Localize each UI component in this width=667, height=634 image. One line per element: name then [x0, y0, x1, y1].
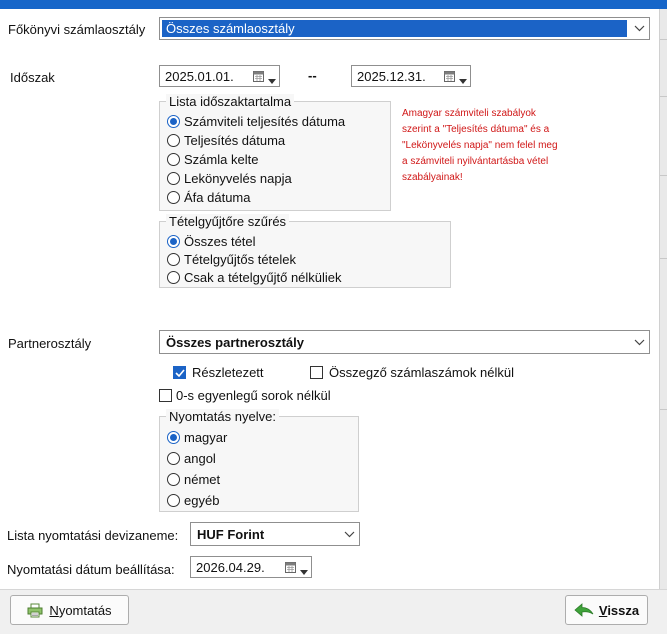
radio-label: Számviteli teljesítés dátuma — [184, 114, 346, 129]
radio-collector-0[interactable]: Összes tétel — [167, 234, 256, 249]
radio-list-content-2[interactable]: Számla kelte — [167, 152, 258, 167]
collector-filter-legend: Tételgyűjtőre szűrés — [166, 214, 290, 229]
window-title-bar — [0, 0, 667, 9]
accounting-rule-warning: Amagyar számviteli szabályok szerint a "… — [402, 106, 558, 186]
print-date-label: Nyomtatási dátum beállítása: — [7, 562, 175, 577]
radio-indicator[interactable] — [167, 153, 180, 166]
period-to-value: 2025.12.31. — [357, 69, 426, 84]
account-class-value: Összes számlaosztály — [162, 20, 627, 37]
no-summary-accounts-checkbox[interactable]: Összegző számlaszámok nélkül — [310, 365, 514, 380]
chevron-down-icon[interactable] — [339, 523, 359, 545]
detailed-checkbox[interactable]: Részletezett — [173, 365, 264, 380]
radio-indicator[interactable] — [167, 494, 180, 507]
radio-language-1[interactable]: angol — [167, 451, 216, 466]
print-date-value: 2026.04.29. — [196, 560, 265, 575]
radio-indicator[interactable] — [167, 253, 180, 266]
radio-label: Tételgyűjtős tételek — [184, 252, 297, 267]
period-to-date[interactable]: 2025.12.31. — [351, 65, 471, 87]
radio-label: Lekönyvelés napja — [184, 171, 292, 186]
radio-label: magyar — [184, 430, 228, 445]
radio-label: Számla kelte — [184, 152, 259, 167]
account-class-label: Főkönyvi számlaosztály — [8, 22, 146, 37]
radio-list-content-1[interactable]: Teljesítés dátuma — [167, 133, 285, 148]
chevron-down-icon[interactable] — [459, 72, 467, 87]
warning-line: Amagyar számviteli szabályok — [402, 108, 536, 119]
warning-line: szerint a "Teljesítés dátuma" és a — [402, 124, 550, 135]
chevron-down-icon[interactable] — [268, 72, 276, 87]
checkbox-indicator[interactable] — [159, 389, 172, 402]
radio-label: német — [184, 472, 221, 487]
period-separator: -- — [308, 68, 317, 83]
radio-indicator[interactable] — [167, 271, 180, 284]
calendar-icon[interactable] — [444, 70, 455, 85]
print-language-legend: Nyomtatás nyelve: — [166, 409, 279, 424]
currency-select[interactable]: HUF Forint — [190, 522, 360, 546]
radio-label: egyéb — [184, 493, 220, 508]
no-zero-balance-checkbox[interactable]: 0-s egyenlegű sorok nélkül — [159, 388, 331, 403]
partner-class-value: Összes partnerosztály — [166, 335, 305, 350]
chevron-down-icon[interactable] — [629, 331, 649, 353]
calendar-icon[interactable] — [253, 70, 264, 85]
checkbox-label: Összegző számlaszámok nélkül — [329, 365, 514, 380]
checkbox-label: Részletezett — [192, 365, 264, 380]
calendar-icon[interactable] — [285, 561, 296, 576]
checkbox-checked-indicator[interactable] — [173, 366, 186, 379]
back-arrow-icon — [574, 603, 594, 617]
radio-selected-indicator[interactable] — [167, 115, 180, 128]
radio-selected-indicator[interactable] — [167, 235, 180, 248]
warning-line: "Lekönyvelés napja" nem felel meg — [402, 140, 558, 151]
radio-collector-2[interactable]: Csak a tételgyűjtő nélküliek — [167, 270, 342, 285]
radio-indicator[interactable] — [167, 191, 180, 204]
print-button[interactable]: Nyomtatás — [10, 595, 129, 625]
warning-line: szabályainak! — [402, 172, 463, 183]
period-from-date[interactable]: 2025.01.01. — [159, 65, 280, 87]
checkbox-label: 0-s egyenlegű sorok nélkül — [176, 388, 331, 403]
chevron-down-icon[interactable] — [629, 18, 649, 39]
currency-label: Lista nyomtatási devizaneme: — [7, 528, 179, 543]
radio-label: angol — [184, 451, 216, 466]
radio-indicator[interactable] — [167, 172, 180, 185]
radio-language-0[interactable]: magyar — [167, 430, 227, 445]
radio-list-content-3[interactable]: Lekönyvelés napja — [167, 171, 292, 186]
print-button-label: Nyomtatás — [49, 602, 112, 618]
checkbox-indicator[interactable] — [310, 366, 323, 379]
back-button-label: Vissza — [598, 602, 640, 618]
radio-list-content-0[interactable]: Számviteli teljesítés dátuma — [167, 114, 345, 129]
radio-list-content-4[interactable]: Áfa dátuma — [167, 190, 251, 205]
back-button[interactable]: Vissza — [565, 595, 648, 625]
radio-label: Csak a tételgyűjtő nélküliek — [184, 270, 342, 285]
radio-indicator[interactable] — [167, 134, 180, 147]
period-label: Időszak — [10, 70, 55, 85]
print-date-field[interactable]: 2026.04.29. — [190, 556, 312, 578]
radio-label: Összes tétel — [184, 234, 256, 249]
radio-language-3[interactable]: egyéb — [167, 493, 219, 508]
radio-indicator[interactable] — [167, 473, 180, 486]
partner-class-select[interactable]: Összes partnerosztály — [159, 330, 650, 354]
radio-label: Áfa dátuma — [184, 190, 251, 205]
radio-collector-1[interactable]: Tételgyűjtős tételek — [167, 252, 296, 267]
warning-line: a számviteli nyilvántartásba vétel — [402, 156, 549, 167]
currency-value: HUF Forint — [197, 527, 265, 542]
printer-icon — [27, 603, 43, 618]
partner-class-label: Partnerosztály — [8, 336, 92, 351]
list-content-legend: Lista időszaktartalma — [166, 94, 295, 109]
account-class-select[interactable]: Összes számlaosztály — [159, 17, 650, 40]
right-edge-strip — [659, 9, 667, 589]
radio-label: Teljesítés dátuma — [184, 133, 286, 148]
radio-indicator[interactable] — [167, 452, 180, 465]
radio-selected-indicator[interactable] — [167, 431, 180, 444]
radio-language-2[interactable]: német — [167, 472, 220, 487]
period-from-value: 2025.01.01. — [165, 69, 234, 84]
chevron-down-icon[interactable] — [300, 563, 308, 578]
